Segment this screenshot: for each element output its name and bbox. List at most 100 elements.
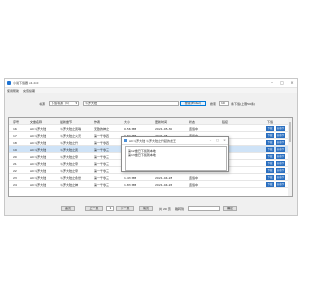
header-author: 作者 [94,120,101,124]
window-title: 小说下载器 v1.0.0 [13,81,39,85]
cell-name: AC斗罗大陆 [30,127,47,131]
source-select[interactable]: 下载书源（1） ▾ [49,101,79,106]
maximize-icon[interactable]: □ [277,79,287,87]
cell-title: 斗罗大陆之武 [60,148,79,152]
download-button[interactable]: 下载 [266,182,274,187]
source-select-value: 下载书源（1） [51,101,71,105]
table-row[interactable]: 16 AC斗罗大陆 斗罗大陆之武魂 无敌的神之 0.56 MB 2021-05-… [9,125,292,132]
cell-size: 1.43 MB [124,176,137,180]
vertical-scrollbar[interactable] [288,118,292,196]
page-number-value: 1 [109,206,112,210]
header-status: 状态 [189,120,196,124]
close-icon[interactable]: × [287,79,297,87]
download-button[interactable]: 下载 [266,161,274,166]
dialog-title: AC斗罗大陆 斗罗大陆之升起的龙王 [129,139,177,143]
chapter-download-button[interactable]: 分章下 [276,182,285,187]
dialog-minimize-icon[interactable]: – [207,137,214,144]
dialog-close-icon[interactable]: × [221,137,228,144]
jump-to-label: 跳转到 [175,207,185,211]
dialog-log: 第12章已下载到本地 第13章已下载到本地 [125,146,227,171]
chapter-download-button[interactable]: 分章下 [276,161,285,166]
cell-title: 斗罗大陆之永世 [60,176,82,180]
dialog-maximize-icon[interactable]: □ [214,137,221,144]
download-button[interactable]: 下载 [266,133,274,138]
count-input[interactable]: 10 [219,101,229,106]
dialog-app-icon [124,139,127,142]
first-page-button[interactable]: 首页 [61,206,75,211]
cell-index: 21 [13,162,17,166]
cell-index: 24 [13,183,17,187]
search-input[interactable]: 斗罗大陆 [83,101,179,106]
cell-latest: 第一千零三 [94,176,110,180]
cell-name: AC斗罗大陆 [30,141,47,145]
cell-status: 连载中 [189,176,199,180]
prev-page-button[interactable]: 上一页 [85,206,103,211]
table-header: 序号 文章名称 最新章节 作者 大小 更新时间 状态 链接 下载 [9,118,292,125]
chapter-download-button[interactable]: 分章下 [276,168,285,173]
download-button[interactable]: 下载 [266,175,274,180]
table-row[interactable]: 24 AC斗罗大陆 斗罗大陆之神 第一千零三 1.83 MB 2021-04-2… [9,181,292,188]
cell-index: 20 [13,155,17,159]
chapter-download-button[interactable]: 分章下 [276,154,285,159]
cell-title: 斗罗大陆之火灵 [60,134,82,138]
count-input-value: 10 [221,101,225,105]
log-line: 第13章已下载到本地 [128,153,156,157]
cell-latest: 第一千零三 [94,148,110,152]
download-button[interactable]: 下载 [266,147,274,152]
chapter-download-button[interactable]: 分章下 [276,140,285,145]
cell-size: 1.83 MB [124,183,137,187]
cell-updated: 2021-05-30 [155,127,173,131]
header-download: 下载 [267,120,274,124]
cell-name: AC斗罗大陆 [30,183,47,187]
download-button[interactable]: 下载 [266,168,274,173]
cell-name: AC斗罗大陆 [30,169,47,173]
header-size: 大小 [124,120,131,124]
jump-page-input[interactable] [188,206,220,211]
cell-index: 23 [13,176,17,180]
count-label: 搜索 [210,102,217,106]
cell-title: 斗罗大陆之神 [60,183,79,187]
cell-size: 0.56 MB [124,127,137,131]
cell-name: AC斗罗大陆 [30,162,47,166]
cell-index: 17 [13,134,17,138]
cell-name: AC斗罗大陆 [30,134,47,138]
dialog-title-bar: AC斗罗大陆 斗罗大陆之升起的龙王 – □ × [122,137,228,145]
go-button[interactable]: 确定 [223,206,237,211]
chapter-download-button[interactable]: 分章下 [276,133,285,138]
header-link: 链接 [222,120,229,124]
cell-latest: 无敌的神之 [94,127,110,131]
cell-status: 连载中 [189,183,199,187]
cell-name: AC斗罗大陆 [30,176,47,180]
chapter-download-button[interactable]: 分章下 [276,126,285,131]
chapter-download-button[interactable]: 分章下 [276,147,285,152]
minimize-icon[interactable]: – [267,79,277,87]
cell-name: AC斗罗大陆 [30,148,47,152]
search-button[interactable]: 搜索(Enter) [180,101,206,106]
table-row[interactable]: 23 AC斗罗大陆 斗罗大陆之永世 第一千零三 1.43 MB 2021-04-… [9,174,292,181]
download-button[interactable]: 下载 [266,140,274,145]
cell-latest: 第一千零四 [94,134,110,138]
cell-index: 22 [13,169,17,173]
chapter-download-button[interactable]: 分章下 [276,175,285,180]
cell-index: 16 [13,127,17,131]
total-pages-label: 共 20 页 [159,207,171,211]
menu-item-recharge[interactable]: 充值续期 [23,89,35,93]
cell-title: 斗罗大陆之武魂 [60,127,82,131]
scrollbar-thumb[interactable] [289,122,291,142]
header-name: 文章名称 [30,120,43,124]
download-button[interactable]: 下载 [266,126,274,131]
next-page-button[interactable]: 下一页 [116,206,134,211]
cell-title: 斗罗大陆之帝 [60,155,79,159]
cell-title: 斗罗大陆之帝 [60,162,79,166]
download-button[interactable]: 下载 [266,154,274,159]
menu-item-help[interactable]: 使用帮助 [7,89,19,93]
cell-latest: 第一千零三 [94,169,110,173]
cell-latest: 第一千零三 [94,183,110,187]
chevron-down-icon: ▾ [75,101,77,105]
header-latest: 最新章节 [60,120,73,124]
cell-updated: 2021-04-26 [155,183,173,187]
cell-status: 连载中 [189,127,199,131]
page-number-input[interactable]: 1 [106,206,114,211]
last-page-button[interactable]: 尾页 [139,206,153,211]
cell-latest: 第一千零三 [94,155,110,159]
